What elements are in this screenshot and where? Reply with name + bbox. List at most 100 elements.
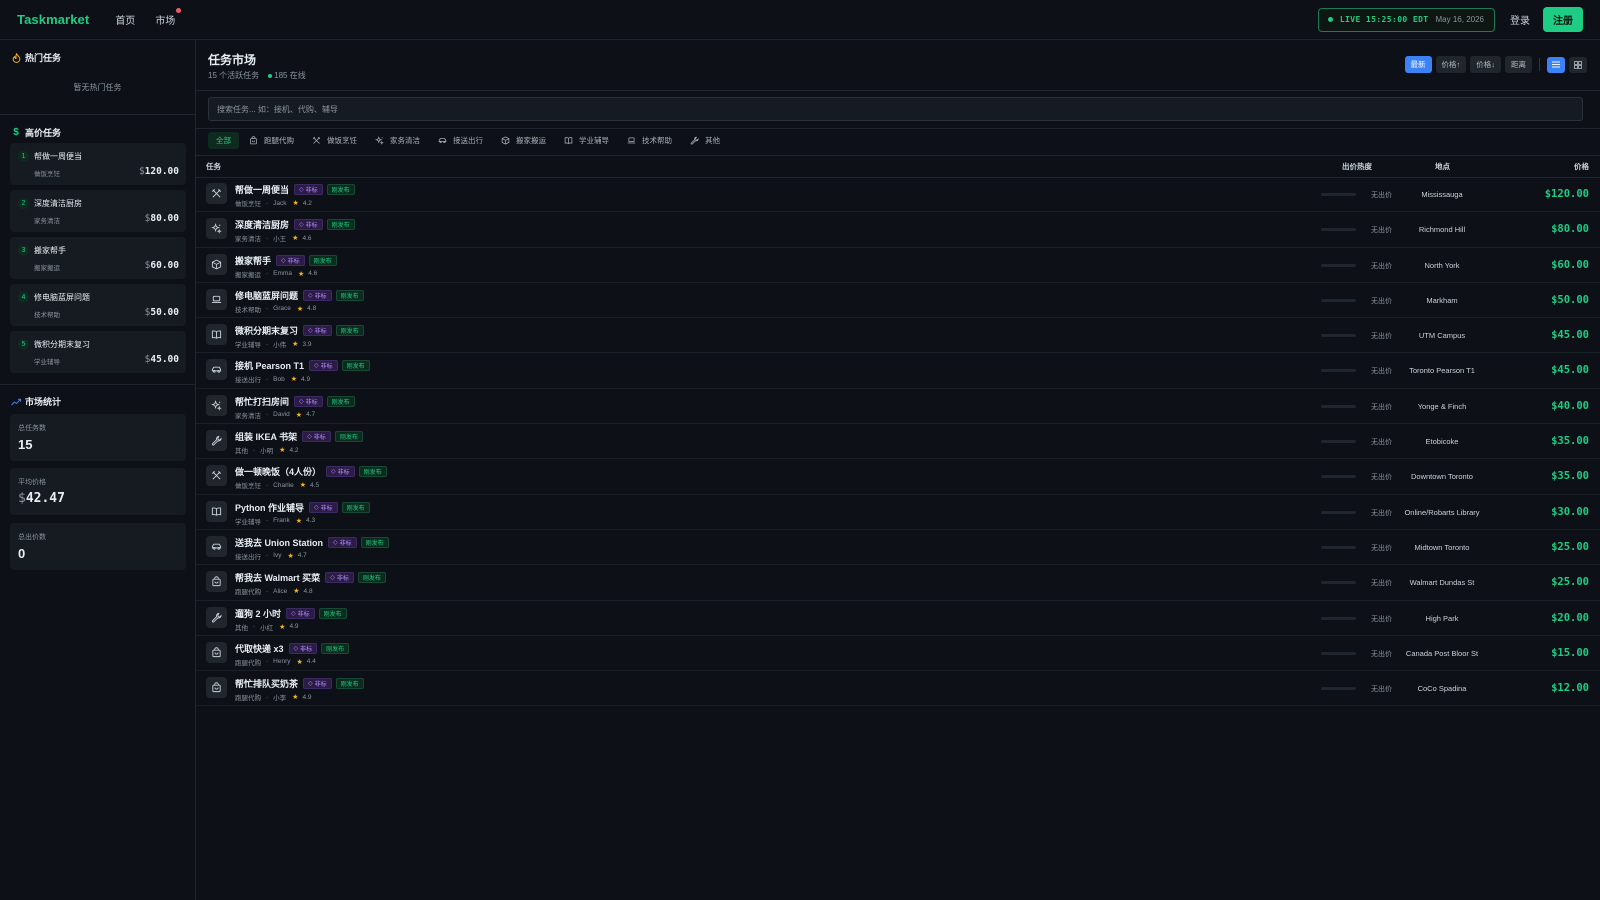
task-user[interactable]: 小伟 [273,339,286,349]
category-filter-label: 接送出行 [453,136,483,145]
task-user[interactable]: Grace [273,305,291,312]
task-row[interactable]: 深度清洁厨房 ◇ 非标 刚发布 家务清洁 · 小王 ★ 4.6 无出价 Richmond Hill $… [196,212,1600,248]
task-row[interactable]: 帮忙打扫房间 ◇ 非标 刚发布 家务清洁 · David ★ 4.7 无出价 Yonge & Fin… [196,389,1600,425]
task-user[interactable]: 小李 [273,692,286,702]
task-row[interactable]: 接机 Pearson T1 ◇ 非标 刚发布 接送出行 · Bob ★ 4.9 无出价 Toront… [196,353,1600,389]
list-view-button[interactable] [1547,56,1565,73]
task-row[interactable]: 送我去 Union Station ◇ 非标 刚发布 接送出行 · Ivy ★ 4.7 无出价 Mi… [196,530,1600,566]
task-meta: 跑腿代购 · 小李 ★ 4.9 [235,692,312,703]
task-user[interactable]: Charlie [273,482,294,489]
category-filter-6[interactable]: 学业辅导 [556,132,617,149]
high-item-price: $80.00 [145,213,179,224]
sort-distance-button[interactable]: 距离 [1505,56,1532,73]
task-row[interactable]: 做一顿晚饭（4人份） ◇ 非标 刚发布 做饭烹饪 · Charlie ★ 4.5 无出价 Downt… [196,459,1600,495]
category-filter-4[interactable]: 接送出行 [430,132,491,149]
task-row[interactable]: 帮我去 Walmart 买菜 ◇ 非标 刚发布 跑腿代购 · Alice ★ 4.8 无出价 Wal… [196,565,1600,601]
online-dot [268,73,273,78]
task-user[interactable]: 小王 [273,233,286,243]
category-filter-7[interactable]: 技术帮助 [619,132,680,149]
task-title[interactable]: 帮忙排队买奶茶 [235,677,298,690]
column-heat[interactable]: 出价热度 [1342,161,1372,172]
search-input[interactable] [208,97,1583,121]
signup-button[interactable]: 注册 [1543,7,1583,32]
grid-view-button[interactable] [1569,56,1587,73]
task-location: UTM Campus [1418,331,1466,341]
task-user[interactable]: David [273,411,290,418]
task-user[interactable]: 小红 [260,622,273,632]
task-user[interactable]: Henry [273,658,290,665]
task-row[interactable]: 搬家帮手 ◇ 非标 刚发布 搬家搬运 · Emma ★ 4.6 无出价 North York $60.… [196,248,1600,283]
task-row[interactable]: 代取快递 x3 ◇ 非标 刚发布 跑腿代购 · Henry ★ 4.4 无出价 Canada Pos… [196,636,1600,672]
bid-heat-bar [1321,334,1356,338]
high-price-item[interactable]: 3 搬家帮手 搬家搬运 $60.00 [10,237,186,279]
task-category: 家务清洁 [235,236,261,244]
task-user[interactable]: Emma [273,270,292,277]
task-user[interactable]: Jack [273,200,286,207]
task-title[interactable]: 做一顿晚饭（4人份） [235,465,321,478]
task-row[interactable]: Python 作业辅导 ◇ 非标 刚发布 学业辅导 · Frank ★ 4.3 无出价 Online… [196,495,1600,530]
category-filter-2[interactable]: 做饭烹饪 [304,132,365,149]
task-row[interactable]: 微积分期末复习 ◇ 非标 刚发布 学业辅导 · 小伟 ★ 3.9 无出价 UTM Campus $45… [196,318,1600,354]
category-filter-0[interactable]: 全部 [208,132,239,149]
task-title[interactable]: Python 作业辅导 [235,501,304,514]
task-row[interactable]: 遛狗 2 小时 ◇ 非标 刚发布 其他 · 小红 ★ 4.9 无出价 High Park $20.00 [196,601,1600,636]
high-price-item[interactable]: 1 帮做一周便当 做饭烹饪 $120.00 [10,143,186,185]
high-price-item[interactable]: 4 修电脑蓝屏问题 技术帮助 $50.00 [10,284,186,326]
task-row[interactable]: 修电脑蓝屏问题 ◇ 非标 刚发布 技术帮助 · Grace ★ 4.8 无出价 Markham $50… [196,283,1600,319]
task-title[interactable]: 组装 IKEA 书架 [235,430,297,443]
task-title[interactable]: 搬家帮手 [235,254,271,267]
task-title[interactable]: 代取快递 x3 [235,642,284,655]
category-filter-8[interactable]: 其他 [682,132,728,149]
nav-home[interactable]: 首页 [115,12,135,27]
login-button[interactable]: 登录 [1510,12,1530,27]
high-item-title: 修电脑蓝屏问题 [34,293,90,302]
car-icon [206,359,227,381]
utensils-icon [206,465,227,487]
high-price-item[interactable]: 5 微积分期末复习 学业辅导 $45.00 [10,331,186,373]
task-title[interactable]: 遛狗 2 小时 [235,607,281,620]
star-icon: ★ [292,341,299,349]
task-user[interactable]: Frank [273,517,290,524]
bid-tag: ◇ 非标 [303,678,332,690]
column-location[interactable]: 地点 [1435,161,1450,172]
task-user[interactable]: 小明 [260,445,273,455]
task-title[interactable]: 修电脑蓝屏问题 [235,289,298,302]
task-title[interactable]: 深度清洁厨房 [235,218,289,231]
category-filter-5[interactable]: 搬家搬运 [493,132,554,149]
star-icon: ★ [287,552,294,560]
task-title[interactable]: 帮做一周便当 [235,183,289,196]
task-user[interactable]: Bob [273,376,285,383]
high-price-item[interactable]: 2 深度清洁厨房 家务清洁 $80.00 [10,190,186,232]
tag-icon: ◇ [314,504,319,511]
task-title[interactable]: 送我去 Union Station [235,536,323,549]
tag-icon: ◇ [331,469,336,476]
column-task[interactable]: 任务 [206,161,221,172]
task-user[interactable]: Ivy [273,552,281,559]
task-title[interactable]: 微积分期末复习 [235,324,298,337]
tag-icon: ◇ [314,363,319,370]
brand-logo[interactable]: Taskmarket [17,12,89,27]
task-title[interactable]: 接机 Pearson T1 [235,359,304,372]
task-row[interactable]: 组装 IKEA 书架 ◇ 非标 刚发布 其他 · 小明 ★ 4.2 无出价 Etobicoke $35… [196,424,1600,460]
task-title[interactable]: 帮我去 Walmart 买菜 [235,571,320,584]
trending-up-icon [11,397,21,407]
task-row[interactable]: 帮忙排队买奶茶 ◇ 非标 刚发布 跑腿代购 · 小李 ★ 4.9 无出价 CoCo Spadina $… [196,671,1600,707]
sort-newest-button[interactable]: 最新 [1404,56,1432,73]
sparkle-icon [375,136,387,145]
sort-price-desc-button[interactable]: 价格↓ [1470,56,1501,73]
category-filter-3[interactable]: 家务清洁 [367,132,428,149]
meta-separator: · [266,270,269,278]
task-row[interactable]: 帮做一周便当 ◇ 非标 刚发布 做饭烹饪 · Jack ★ 4.2 无出价 Mississauga $… [196,177,1600,213]
box-icon [501,136,513,145]
task-location: CoCo Spadina [1417,684,1467,694]
task-title[interactable]: 帮忙打扫房间 [235,395,289,408]
tag-icon: ◇ [299,398,304,405]
category-filter-1[interactable]: 跑腿代购 [241,132,302,149]
nav-market[interactable]: 市场 [155,8,182,27]
task-user[interactable]: Alice [273,588,287,595]
sort-price-asc-button[interactable]: 价格↑ [1435,56,1467,73]
column-price[interactable]: 价格 [1574,161,1589,172]
category-filter-label: 跑腿代购 [264,136,294,145]
task-location: High Park [1425,613,1459,623]
bid-tag-label: 非标 [314,293,327,300]
